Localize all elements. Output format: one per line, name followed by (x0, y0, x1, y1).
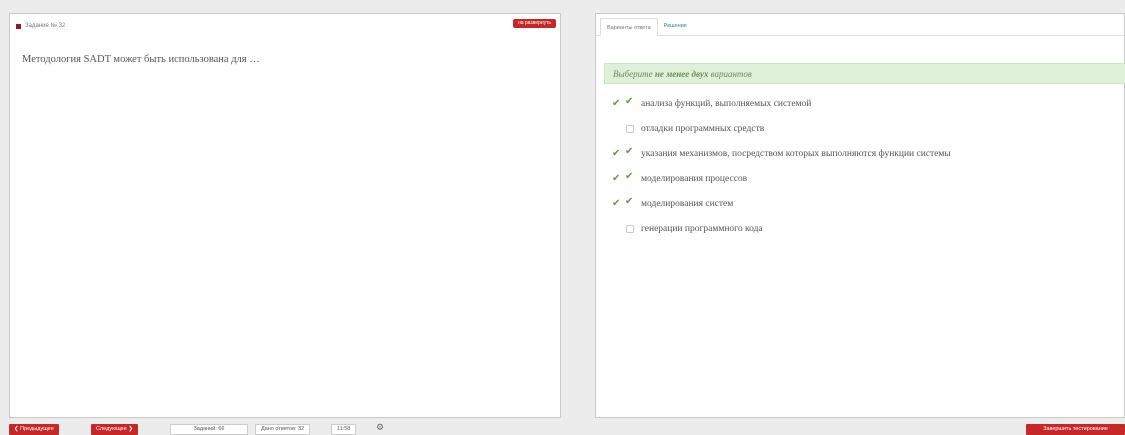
correct-check-icon: ✔ (612, 173, 621, 184)
option-label: анализа функций, выполняемых системой (641, 98, 812, 109)
option-label: генерации программного кода (641, 223, 763, 234)
tasks-count: Заданий: 66 (170, 424, 248, 435)
gear-icon[interactable]: ⚙ (376, 423, 384, 433)
previous-button[interactable]: ❮ Предыдущее (9, 424, 59, 435)
option-checkbox[interactable] (626, 224, 634, 233)
task-panel: Задание № 32 на развернуть Методология S… (9, 13, 561, 418)
task-marker-icon (16, 23, 21, 29)
option-checkbox[interactable] (625, 171, 634, 183)
tab-answer-options[interactable]: Варианты ответа (600, 18, 658, 36)
hint-prefix: Выберите (613, 69, 653, 79)
finish-test-button[interactable]: Завершить тестирование (1026, 424, 1125, 435)
option-checkbox[interactable] (625, 96, 634, 108)
option-item[interactable]: ✔ анализа функций, выполняемых системой (612, 91, 951, 116)
option-item[interactable]: генерации программного кода (612, 216, 951, 241)
hint-bold: не менее двух (654, 69, 709, 79)
option-item[interactable]: отладки программных средств (612, 116, 951, 141)
option-checkbox[interactable] (625, 146, 634, 158)
answer-panel: Варианты ответа Решение Выберите не мене… (595, 13, 1125, 418)
answer-tabs: Варианты ответа Решение (596, 14, 1124, 36)
option-item[interactable]: ✔ моделирования систем (612, 191, 951, 216)
correct-check-icon: ✔ (612, 98, 621, 109)
question-text: Методология SADT может быть использована… (22, 54, 260, 65)
task-header: Задание № 32 (16, 20, 65, 32)
option-label: моделирования процессов (641, 173, 748, 184)
tab-solution[interactable]: Решение (658, 17, 693, 35)
selection-hint: Выберите не менее двух вариантов (604, 63, 1125, 84)
option-item[interactable]: ✔ указания механизмов, посредством котор… (612, 141, 951, 166)
task-number: Задание № 32 (25, 23, 66, 29)
option-checkbox[interactable] (625, 196, 634, 208)
option-label: отладки программных средств (641, 123, 765, 134)
expand-button[interactable]: на развернуть (512, 19, 556, 28)
option-item[interactable]: ✔ моделирования процессов (612, 166, 951, 191)
option-label: моделирования систем (641, 198, 734, 209)
option-label: указания механизмов, посредством которых… (641, 148, 951, 159)
correct-check-icon: ✔ (612, 148, 621, 159)
options-list: ✔ анализа функций, выполняемых системой … (612, 91, 951, 241)
option-checkbox[interactable] (626, 124, 634, 133)
next-button[interactable]: Следующее ❯ (91, 424, 138, 435)
bottom-toolbar: ❮ Предыдущее Следующее ❯ Заданий: 66 Дан… (0, 422, 1125, 435)
timer: 11:58 (331, 424, 357, 435)
answered-count: Дано ответов: 32 (255, 424, 311, 435)
hint-suffix: вариантов (710, 69, 752, 79)
correct-check-icon: ✔ (612, 198, 621, 209)
